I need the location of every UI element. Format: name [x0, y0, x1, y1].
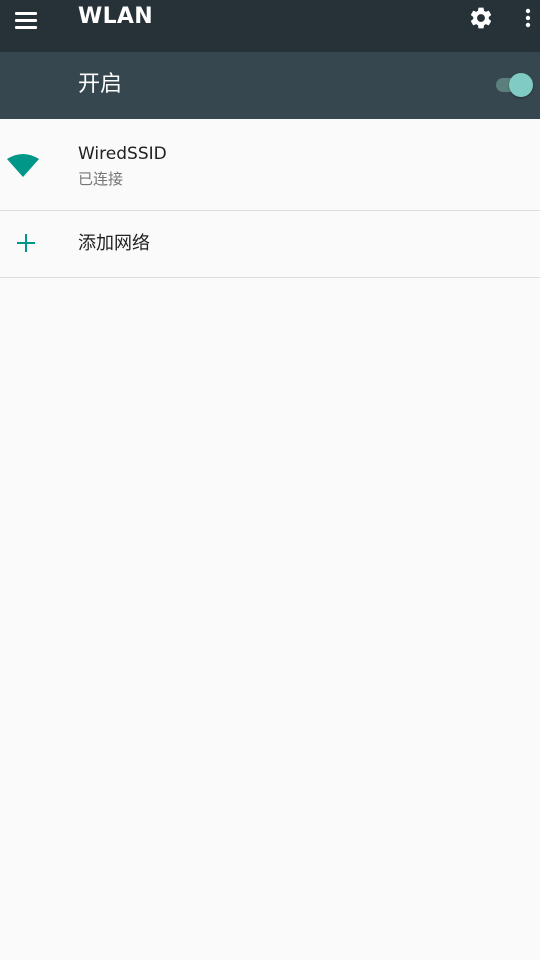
- navigation-menu-button[interactable]: [0, 0, 52, 40]
- page-title: WLAN: [78, 4, 153, 29]
- wlan-settings-screen: WLAN 开启 WiredSSID 已连接 添加网络: [0, 0, 540, 960]
- network-ssid: WiredSSID: [78, 144, 167, 164]
- more-vert-icon: [525, 8, 531, 28]
- wlan-switch-bar[interactable]: 开启: [0, 52, 540, 119]
- settings-button[interactable]: [464, 2, 498, 34]
- add-network-label: 添加网络: [78, 233, 150, 254]
- more-options-button[interactable]: [516, 2, 540, 34]
- network-status: 已连接: [78, 170, 124, 188]
- gear-icon: [470, 7, 492, 29]
- network-list-item[interactable]: WiredSSID 已连接: [0, 119, 540, 210]
- app-bar: WLAN: [0, 0, 540, 52]
- add-network-item[interactable]: 添加网络: [0, 211, 540, 277]
- toggle-thumb: [509, 73, 533, 97]
- plus-icon: [17, 234, 35, 252]
- hamburger-menu-icon: [15, 12, 37, 29]
- list-divider: [0, 277, 540, 278]
- wifi-signal-icon: [7, 154, 39, 177]
- wlan-toggle-switch[interactable]: [494, 72, 534, 98]
- switch-label: 开启: [78, 72, 123, 97]
